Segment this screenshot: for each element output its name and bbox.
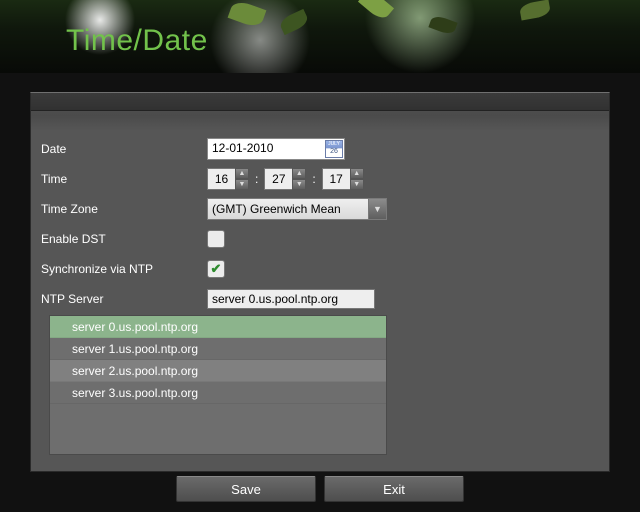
ntp-server-item[interactable]: server 3.us.pool.ntp.org [50, 382, 386, 404]
time-minute-stepper[interactable]: 27 ▲▼ [264, 168, 306, 190]
time-sep: : [312, 172, 315, 186]
banner-image: Time/Date [0, 0, 640, 73]
time-minute-value: 27 [264, 168, 292, 190]
dst-label: Enable DST [41, 232, 207, 246]
ntp-server-label: NTP Server [41, 292, 207, 306]
date-label: Date [41, 142, 207, 156]
date-value: 12-01-2010 [212, 141, 273, 155]
second-up-icon[interactable]: ▲ [350, 168, 364, 179]
second-down-icon[interactable]: ▼ [350, 179, 364, 190]
hour-up-icon[interactable]: ▲ [235, 168, 249, 179]
ntp-server-list[interactable]: server 0.us.pool.ntp.orgserver 1.us.pool… [49, 315, 387, 455]
ntp-server-item[interactable]: server 1.us.pool.ntp.org [50, 338, 386, 360]
hour-down-icon[interactable]: ▼ [235, 179, 249, 190]
calendar-icon[interactable]: JULY 26 [325, 140, 343, 158]
time-second-stepper[interactable]: 17 ▲▼ [322, 168, 364, 190]
minute-up-icon[interactable]: ▲ [292, 168, 306, 179]
dst-checkbox[interactable] [207, 230, 225, 248]
timezone-label: Time Zone [41, 202, 207, 216]
chevron-down-icon[interactable]: ▼ [368, 199, 386, 219]
time-second-value: 17 [322, 168, 350, 190]
date-input[interactable]: 12-01-2010 JULY 26 [207, 138, 345, 160]
settings-panel: Date 12-01-2010 JULY 26 Time 16 ▲▼ : 27 … [30, 92, 610, 472]
time-sep: : [255, 172, 258, 186]
minute-down-icon[interactable]: ▼ [292, 179, 306, 190]
timezone-select[interactable]: (GMT) Greenwich Mean ▼ [207, 198, 387, 220]
timezone-value: (GMT) Greenwich Mean [208, 202, 368, 216]
ntp-server-input[interactable] [207, 289, 375, 309]
exit-button[interactable]: Exit [324, 476, 464, 502]
ntp-server-item[interactable]: server 2.us.pool.ntp.org [50, 360, 386, 382]
time-label: Time [41, 172, 207, 186]
ntp-server-item[interactable]: server 0.us.pool.ntp.org [50, 316, 386, 338]
time-hour-value: 16 [207, 168, 235, 190]
page-title: Time/Date [66, 24, 208, 58]
ntp-checkbox[interactable] [207, 260, 225, 278]
ntp-label: Synchronize via NTP [41, 262, 207, 276]
panel-header-bar [31, 93, 609, 111]
time-hour-stepper[interactable]: 16 ▲▼ [207, 168, 249, 190]
save-button[interactable]: Save [176, 476, 316, 502]
footer-buttons: Save Exit [30, 476, 610, 504]
